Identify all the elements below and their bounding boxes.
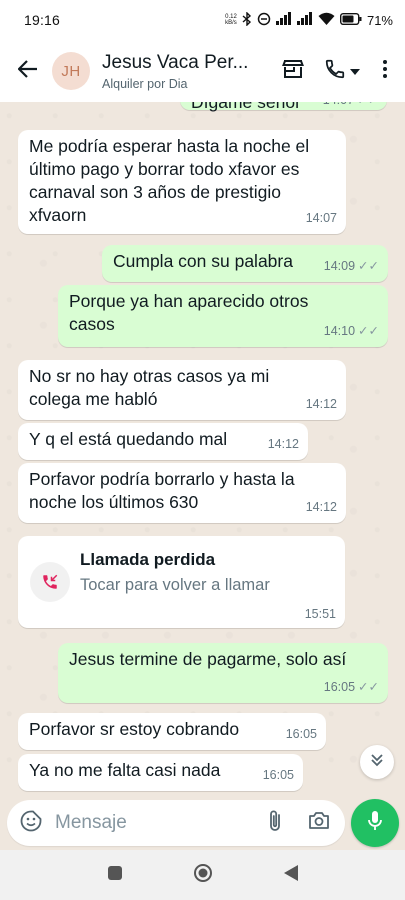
wifi-icon [318,12,335,28]
avatar[interactable]: JH [52,52,90,90]
message-time: 14:12 [267,437,299,451]
message-meta: 14:12 [306,496,337,519]
message-time: 15:51 [304,607,336,621]
message-text: Porfavor podría borrarlo y hasta la noch… [29,469,295,512]
message-text: Porfavor sr estoy cobrando [29,719,240,739]
battery-percent: 71% [366,12,393,28]
message-text: Y q el está quedando mal [29,429,228,449]
message-meta: 16:05 ✓✓ [324,676,379,699]
message-incoming[interactable]: Me podría esperar hasta la noche el últi… [18,130,346,234]
missed-call-icon [30,562,70,602]
message-text: Ya no me falta casi nada [29,760,221,780]
voice-message-button[interactable] [351,799,399,847]
net-speed-unit: kB/s [225,20,237,26]
chevron-down-icon [350,62,360,80]
phone-icon [324,58,346,85]
more-options-button[interactable] [371,49,399,93]
message-meta: 16:05 [263,764,294,787]
composer-actions [255,803,345,843]
composer [0,798,405,850]
message-outgoing[interactable]: Dígame señor 14:07 ✓✓ [180,102,387,112]
status-icons: 0.12 kB/s 71% [225,10,393,29]
read-ticks: ✓✓ [358,259,379,273]
message-incoming[interactable]: Y q el está quedando mal 14:12 [18,423,308,460]
message-input-bar [7,800,345,846]
double-chevron-down-icon [370,753,384,772]
attach-button[interactable] [255,803,295,843]
message-text: Porque ya han aparecido otros casos [69,291,309,334]
contact-info[interactable]: Jesus Vaca Per... Alquiler por Dia [102,52,262,91]
message-meta: 14:09 ✓✓ [324,255,379,278]
sticker-button[interactable] [9,801,53,845]
missed-call-subtitle: Tocar para volver a llamar [80,576,270,594]
store-icon [282,59,304,84]
mic-icon [367,810,383,837]
chat-header: JH Jesus Vaca Per... Alquiler por Dia [0,40,405,102]
signal-icon-2 [296,12,313,28]
message-meta: 14:07 ✓✓ [323,102,378,112]
read-ticks: ✓✓ [358,324,379,338]
message-outgoing[interactable]: Jesus termine de pagarme, solo así 16:05… [58,643,388,703]
message-meta: 14:10 ✓✓ [324,320,379,343]
message-time: 14:07 [305,211,337,225]
message-incoming[interactable]: No sr no hay otras casos ya mi colega me… [18,360,346,420]
call-button[interactable] [315,49,369,93]
message-time: 14:07 [323,102,354,112]
status-bar: 19:16 0.12 kB/s 71% [0,0,405,40]
message-outgoing[interactable]: Porque ya han aparecido otros casos 14:1… [58,285,388,347]
contact-name: Jesus Vaca Per... [102,51,249,73]
scroll-to-bottom-button[interactable] [360,745,394,779]
sticker-icon [20,810,42,837]
net-speed: 0.12 kB/s [225,14,237,26]
message-incoming[interactable]: Porfavor podría borrarlo y hasta la noch… [18,463,346,523]
bluetooth-icon [242,10,252,29]
message-time: 16:05 [262,768,294,782]
message-meta: 16:05 [286,723,317,746]
message-incoming[interactable]: Porfavor sr estoy cobrando 16:05 [18,713,326,750]
message-incoming[interactable]: Ya no me falta casi nada 16:05 [18,754,303,791]
message-time: 14:12 [305,500,337,514]
message-text: Jesus termine de pagarme, solo así [69,649,347,669]
message-time: 14:10 [323,324,356,338]
message-input[interactable] [55,812,255,834]
status-time: 19:16 [24,12,61,28]
back-arrow-icon [17,59,38,83]
message-text: No sr no hay otras casos ya mi colega me… [29,366,270,409]
camera-button[interactable] [299,803,339,843]
message-time: 16:05 [285,727,317,741]
message-outgoing[interactable]: Cumpla con su palabra 14:09 ✓✓ [102,245,388,282]
nav-home-icon[interactable] [193,863,213,888]
message-time: 14:12 [305,397,337,411]
message-time: 14:09 [323,259,356,273]
system-nav-bar [0,850,405,900]
link-icon [257,12,271,29]
read-ticks: ✓✓ [357,102,378,112]
catalog-button[interactable] [273,49,313,93]
message-time: 16:05 [323,680,356,694]
nav-recents-icon[interactable] [107,865,123,886]
missed-call-card[interactable]: Llamada perdida Tocar para volver a llam… [18,536,345,628]
message-meta: 15:51 [305,607,336,621]
message-meta: 14:12 [306,393,337,416]
attach-icon [268,809,282,838]
nav-back-icon[interactable] [283,864,299,887]
contact-subtitle: Alquiler por Dia [102,76,188,91]
battery-icon [339,12,362,28]
back-button[interactable] [4,47,52,95]
message-text: Me podría esperar hasta la noche el últi… [29,136,310,225]
camera-icon [308,811,330,835]
missed-call-title: Llamada perdida [80,550,216,569]
message-meta: 14:12 [268,433,299,456]
read-ticks: ✓✓ [358,680,379,694]
header-actions [273,49,405,93]
chat-area[interactable]: Dígame señor 14:07 ✓✓ Me podría esperar … [0,102,405,798]
more-vert-icon [383,59,387,83]
signal-icon [275,12,292,28]
message-meta: 14:07 [306,207,337,230]
